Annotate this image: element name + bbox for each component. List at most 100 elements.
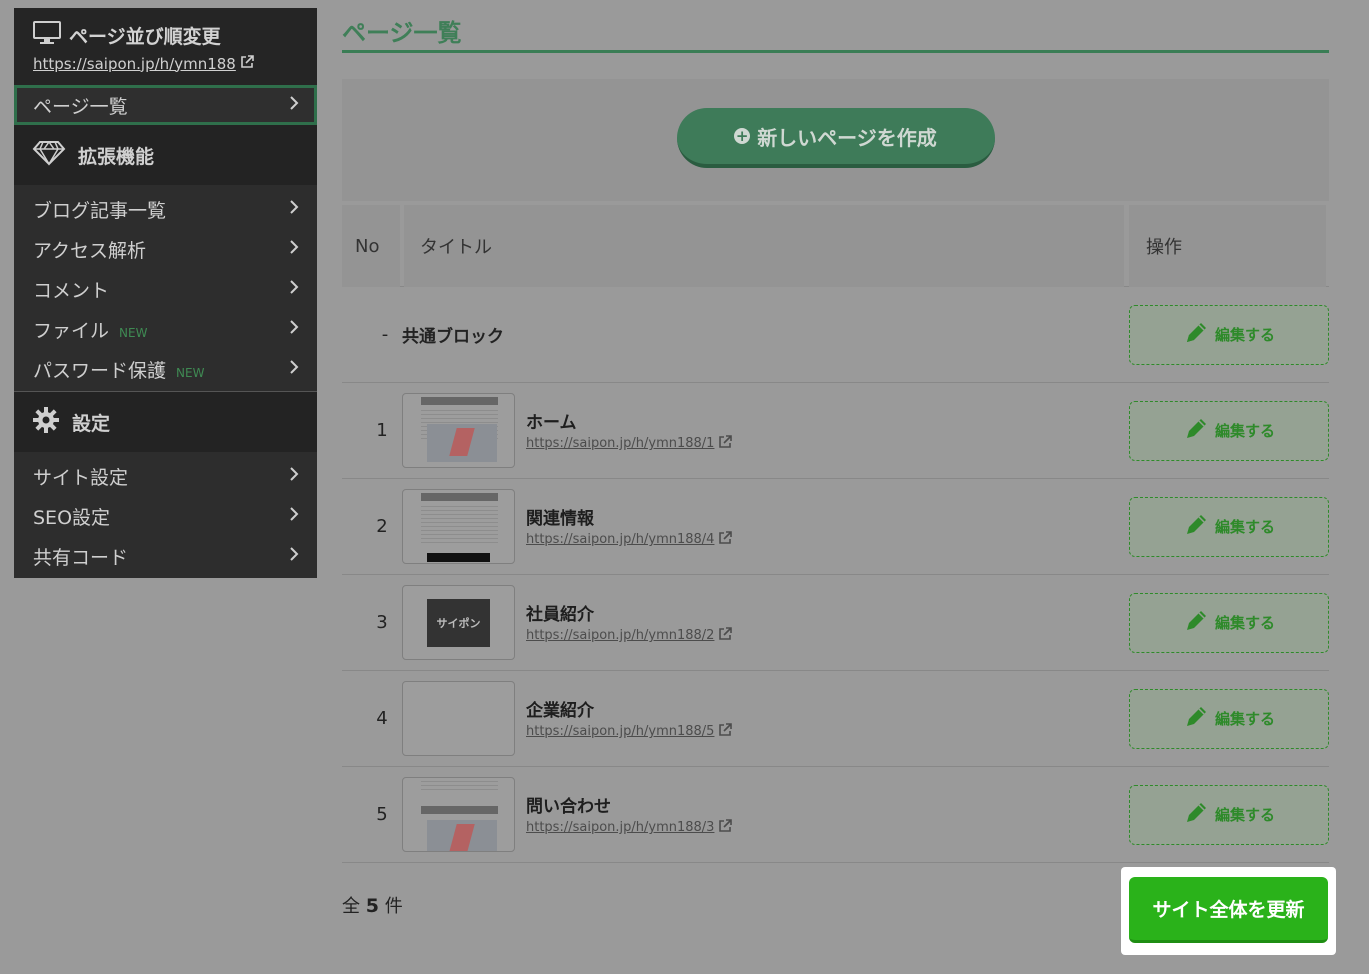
sidebar-item-label: ファイル — [33, 319, 110, 342]
diamond-icon — [32, 140, 66, 171]
sidebar-item-label: SEO設定 — [33, 506, 111, 529]
external-link-icon — [718, 434, 733, 453]
edit-button[interactable]: 編集する — [1129, 688, 1329, 749]
table-row: 4 企業紹介 https://saipon.jp/h/ymn188/5 編集する — [342, 671, 1329, 767]
pencil-icon — [1183, 608, 1209, 638]
page-url-link[interactable]: https://saipon.jp/h/ymn188/3 — [526, 820, 714, 835]
count-value: 5 — [365, 895, 379, 917]
count-prefix: 全 — [342, 896, 360, 917]
row-number: 5 — [376, 804, 388, 825]
edit-button-label: 編集する — [1214, 710, 1275, 728]
page-thumbnail[interactable]: サイポン — [402, 585, 515, 660]
sidebar-item-access[interactable]: アクセス解析 — [14, 229, 317, 269]
row-number: 3 — [376, 612, 388, 633]
plus-circle-icon: + — [734, 127, 751, 145]
page-url-link[interactable]: https://saipon.jp/h/ymn188/2 — [526, 628, 714, 643]
monitor-icon — [33, 21, 61, 49]
sidebar-item-blog[interactable]: ブログ記事一覧 — [14, 189, 317, 229]
chevron-right-icon — [289, 545, 299, 567]
sidebar-item-label: アクセス解析 — [33, 239, 147, 262]
main-content: ページ一覧 + 新しいページを作成 No タイトル 操作 - 共通ブロック 編集… — [342, 0, 1336, 974]
chevron-right-icon — [289, 238, 299, 260]
pencil-icon — [1183, 320, 1209, 350]
external-link-icon — [718, 722, 733, 741]
external-link-icon — [718, 626, 733, 645]
page-title-text: 社員紹介 — [526, 605, 594, 625]
sidebar-section-settings: 設定 — [14, 392, 317, 452]
new-badge: NEW — [119, 325, 148, 340]
sidebar-item-password[interactable]: パスワード保護 NEW — [14, 349, 317, 389]
column-header-operation: 操作 — [1129, 205, 1326, 287]
table-row: 2 関連情報 https://saipon.jp/h/ymn188/4 編集する — [342, 479, 1329, 575]
external-link-icon — [718, 530, 733, 549]
row-number: 1 — [376, 420, 388, 441]
sidebar-item-label: コメント — [33, 279, 110, 302]
column-header-no: No — [342, 205, 400, 287]
edit-button[interactable]: 編集する — [1129, 784, 1329, 845]
table-row-common-block: - 共通ブロック 編集する — [342, 287, 1329, 383]
chevron-right-icon — [289, 358, 299, 380]
gear-icon — [32, 406, 60, 439]
edit-button[interactable]: 編集する — [1129, 592, 1329, 653]
page-title-text: 問い合わせ — [526, 797, 611, 817]
column-header-title: タイトル — [404, 205, 1124, 287]
sidebar-item-label: パスワード保護 — [33, 359, 167, 382]
create-page-area: + 新しいページを作成 — [342, 79, 1329, 201]
chevron-right-icon — [289, 94, 299, 116]
sidebar-section-title: 拡張機能 — [78, 145, 155, 168]
table-row: 1 ホーム https://saipon.jp/h/ymn188/1 編集する — [342, 383, 1329, 479]
sidebar-item-label: サイト設定 — [33, 466, 129, 489]
external-link-icon — [718, 818, 733, 837]
page: ページ並び順変更 https://saipon.jp/h/ymn188 ページ一… — [0, 0, 1369, 974]
sidebar-item-page-list[interactable]: ページ一覧 — [14, 85, 317, 125]
pencil-icon — [1183, 416, 1209, 446]
edit-button[interactable]: 編集する — [1129, 304, 1329, 365]
chevron-right-icon — [289, 465, 299, 487]
row-number: 4 — [376, 708, 388, 729]
page-count: 全 5 件 — [342, 892, 403, 918]
table-row: 3 サイポン 社員紹介 https://saipon.jp/h/ymn188/2… — [342, 575, 1329, 671]
thumbnail-logo-text: サイポン — [427, 599, 490, 647]
sidebar-item-seo-settings[interactable]: SEO設定 — [14, 496, 317, 536]
row-number: - — [381, 324, 389, 345]
site-url-link[interactable]: https://saipon.jp/h/ymn188 — [33, 55, 236, 73]
edit-button-label: 編集する — [1214, 614, 1275, 632]
pencil-icon — [1183, 512, 1209, 542]
update-button-highlight: サイト全体を更新 — [1121, 867, 1336, 955]
edit-button-label: 編集する — [1214, 518, 1275, 536]
count-suffix: 件 — [384, 896, 403, 917]
chevron-right-icon — [289, 318, 299, 340]
page-url-link[interactable]: https://saipon.jp/h/ymn188/1 — [526, 436, 714, 451]
sidebar-section-title: 設定 — [72, 412, 111, 435]
table-footer: 全 5 件 サイト全体を更新 — [342, 863, 1336, 974]
page-title-text: 関連情報 — [526, 509, 594, 529]
page-url-link[interactable]: https://saipon.jp/h/ymn188/4 — [526, 532, 714, 547]
sidebar-item-label: 共有コード — [33, 546, 129, 569]
page-url-link[interactable]: https://saipon.jp/h/ymn188/5 — [526, 724, 714, 739]
update-site-button[interactable]: サイト全体を更新 — [1129, 877, 1328, 943]
page-title-text: 企業紹介 — [526, 701, 594, 721]
sidebar-item-file[interactable]: ファイル NEW — [14, 309, 317, 349]
sidebar-section-extensions: 拡張機能 — [14, 125, 317, 185]
chevron-right-icon — [289, 278, 299, 300]
sidebar-item-label: ページ一覧 — [33, 95, 128, 118]
create-page-button[interactable]: + 新しいページを作成 — [676, 108, 995, 168]
sidebar-header: ページ並び順変更 https://saipon.jp/h/ymn188 — [14, 8, 317, 85]
pencil-icon — [1183, 800, 1209, 830]
edit-button[interactable]: 編集する — [1129, 400, 1329, 461]
sidebar: ページ並び順変更 https://saipon.jp/h/ymn188 ページ一… — [14, 8, 317, 578]
table-row: 5 問い合わせ https://saipon.jp/h/ymn188/3 編集す… — [342, 767, 1329, 863]
edit-button-label: 編集する — [1214, 422, 1275, 440]
page-thumbnail[interactable] — [402, 681, 515, 756]
edit-button[interactable]: 編集する — [1129, 496, 1329, 557]
page-thumbnail[interactable] — [402, 393, 515, 468]
page-thumbnail[interactable] — [402, 777, 515, 852]
external-link-icon — [240, 54, 254, 73]
sidebar-item-comment[interactable]: コメント — [14, 269, 317, 309]
sidebar-item-share-code[interactable]: 共有コード — [14, 536, 317, 576]
pencil-icon — [1183, 704, 1209, 734]
page-thumbnail[interactable] — [402, 489, 515, 564]
row-number: 2 — [376, 516, 388, 537]
create-page-label: 新しいページを作成 — [757, 125, 937, 150]
sidebar-item-site-settings[interactable]: サイト設定 — [14, 456, 317, 496]
